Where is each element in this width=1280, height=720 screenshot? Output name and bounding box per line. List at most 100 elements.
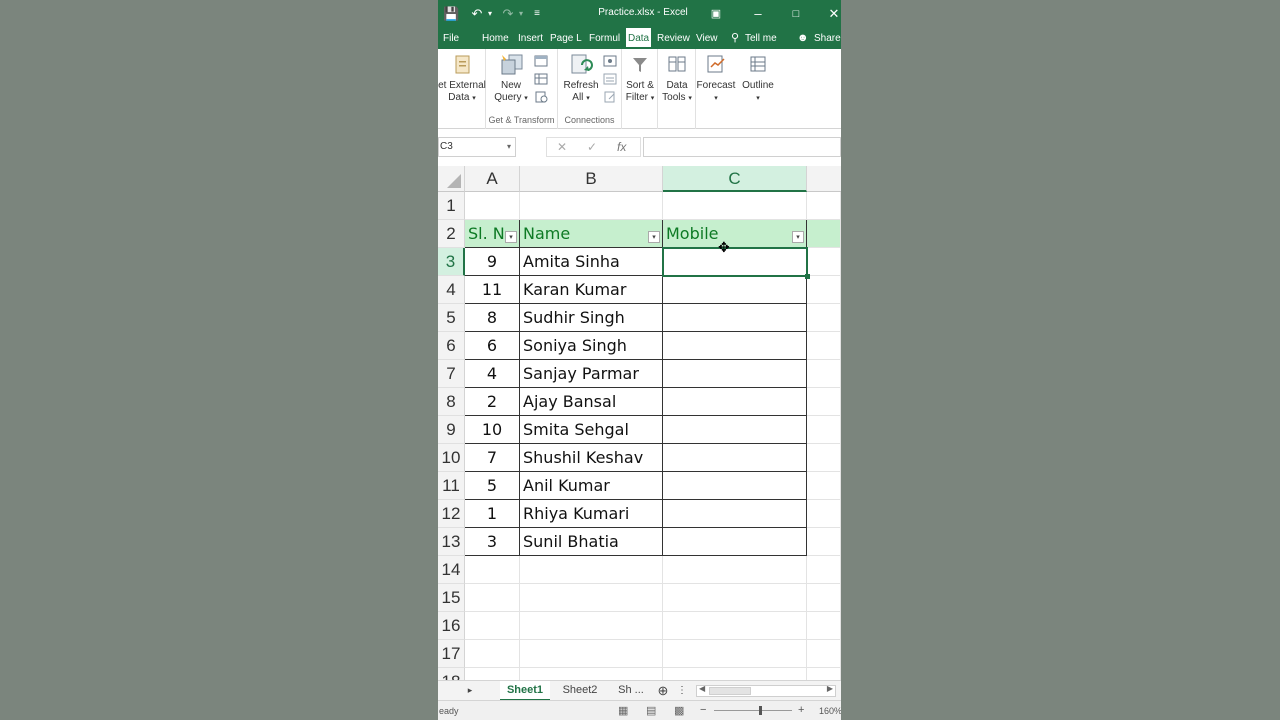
undo-icon[interactable]: ↶ (469, 5, 485, 23)
cell[interactable] (663, 612, 807, 640)
from-table-icon[interactable] (534, 73, 548, 85)
tab-home[interactable]: Home (482, 28, 509, 49)
cell[interactable] (465, 556, 520, 584)
cell[interactable] (807, 220, 841, 248)
cell-mobile[interactable] (663, 444, 807, 472)
cell-sl-no[interactable]: 1 (465, 500, 520, 528)
row-header[interactable]: 2 (438, 220, 465, 248)
table-header-mobile[interactable]: Mobile ▾ (663, 220, 807, 248)
row-header[interactable]: 13 (438, 528, 465, 556)
row-header[interactable]: 7 (438, 360, 465, 388)
cell-mobile[interactable] (663, 472, 807, 500)
cell[interactable] (807, 584, 841, 612)
cell[interactable] (807, 556, 841, 584)
cell-sl-no[interactable]: 2 (465, 388, 520, 416)
redo-icon[interactable]: ↷ (500, 5, 516, 23)
table-header-name[interactable]: Name ▾ (520, 220, 663, 248)
tab-insert[interactable]: Insert (518, 28, 543, 49)
zoom-slider[interactable] (714, 710, 792, 711)
filter-dropdown-icon[interactable]: ▾ (648, 231, 660, 243)
row-header[interactable]: 15 (438, 584, 465, 612)
cell-mobile[interactable] (663, 304, 807, 332)
formula-input[interactable] (643, 137, 841, 157)
row-header[interactable]: 17 (438, 640, 465, 668)
page-layout-view-icon[interactable]: ▤ (646, 704, 656, 717)
row-header[interactable]: 9 (438, 416, 465, 444)
cell-name[interactable]: Shushil Keshav (520, 444, 663, 472)
cell-name[interactable]: Ajay Bansal (520, 388, 663, 416)
cell[interactable] (807, 528, 841, 556)
column-header-d[interactable] (807, 166, 841, 192)
properties-icon[interactable] (603, 73, 617, 85)
edit-links-icon[interactable] (603, 91, 617, 103)
cell-mobile[interactable] (663, 276, 807, 304)
column-header-c[interactable]: C (663, 166, 807, 192)
tab-data[interactable]: Data (626, 28, 652, 49)
scrollbar-thumb[interactable] (709, 687, 751, 695)
tell-me-search[interactable]: Tell me (745, 28, 777, 49)
cell-name[interactable]: Sudhir Singh (520, 304, 663, 332)
cell-sl-no[interactable]: 3 (465, 528, 520, 556)
redo-dropdown-icon[interactable]: ▾ (516, 5, 526, 23)
cell[interactable] (807, 444, 841, 472)
cell[interactable] (520, 640, 663, 668)
add-sheet-icon[interactable]: ⊕ (654, 681, 672, 701)
scroll-right-icon[interactable]: ▶ (827, 684, 833, 693)
zoom-in-icon[interactable]: + (798, 704, 804, 716)
cell-name[interactable]: Smita Sehgal (520, 416, 663, 444)
cell-mobile[interactable] (663, 332, 807, 360)
cell[interactable] (807, 248, 841, 276)
cell[interactable] (663, 640, 807, 668)
data-tools-button[interactable]: Data Tools ▾ (658, 53, 696, 105)
cell-name[interactable]: Anil Kumar (520, 472, 663, 500)
close-icon[interactable]: ✕ (826, 5, 841, 23)
column-header-a[interactable]: A (465, 166, 520, 192)
share-button[interactable]: Share (814, 28, 841, 49)
sheet-tab-sheet1[interactable]: Sheet1 (500, 681, 550, 701)
enter-icon[interactable]: ✓ (587, 140, 597, 154)
minimize-icon[interactable]: – (750, 5, 766, 23)
cell-mobile[interactable] (663, 416, 807, 444)
sheet-scroll-right-icon[interactable]: ▸ (460, 681, 480, 701)
customize-toolbar-icon[interactable]: ≡ (531, 5, 543, 23)
column-header-b[interactable]: B (520, 166, 663, 192)
cell[interactable] (465, 612, 520, 640)
name-box[interactable]: C3 ▾ (438, 137, 516, 157)
row-header[interactable]: 12 (438, 500, 465, 528)
refresh-all-button[interactable]: Refresh All ▾ (562, 53, 600, 105)
cell[interactable] (520, 584, 663, 612)
row-header[interactable]: 6 (438, 332, 465, 360)
chevron-down-icon[interactable]: ▾ (507, 138, 511, 156)
cell[interactable] (465, 584, 520, 612)
outline-button[interactable]: Outline ▾ (736, 53, 780, 105)
save-icon[interactable]: 💾 (443, 5, 459, 23)
cell-sl-no[interactable]: 5 (465, 472, 520, 500)
show-queries-icon[interactable] (534, 55, 548, 67)
select-all-corner[interactable] (438, 166, 465, 192)
horizontal-scrollbar[interactable]: ◀ ▶ (696, 684, 836, 697)
row-header[interactable]: 4 (438, 276, 465, 304)
table-header-sl-no[interactable]: Sl. N ▾ (465, 220, 520, 248)
new-query-button[interactable]: New Query ▾ (491, 53, 531, 105)
cell[interactable] (807, 276, 841, 304)
cell[interactable] (807, 192, 841, 220)
row-header[interactable]: 16 (438, 612, 465, 640)
forecast-button[interactable]: Forecast ▾ (696, 53, 736, 105)
cell-name[interactable]: Karan Kumar (520, 276, 663, 304)
zoom-out-icon[interactable]: − (700, 704, 706, 716)
cell[interactable] (807, 500, 841, 528)
cell-name[interactable]: Sanjay Parmar (520, 360, 663, 388)
row-header[interactable]: 10 (438, 444, 465, 472)
tab-formulas[interactable]: Formul (589, 28, 625, 49)
connections-icon[interactable] (603, 55, 617, 67)
sheet-tab-sheet3[interactable]: Sh ... (610, 681, 652, 701)
cell[interactable] (663, 192, 807, 220)
cell-mobile[interactable] (663, 528, 807, 556)
cell[interactable] (807, 612, 841, 640)
cell[interactable] (807, 332, 841, 360)
tab-review[interactable]: Review (657, 28, 690, 49)
cancel-icon[interactable]: ✕ (557, 140, 567, 154)
cell-sl-no[interactable]: 4 (465, 360, 520, 388)
normal-view-icon[interactable]: ▦ (618, 704, 628, 717)
cell-name[interactable]: Soniya Singh (520, 332, 663, 360)
